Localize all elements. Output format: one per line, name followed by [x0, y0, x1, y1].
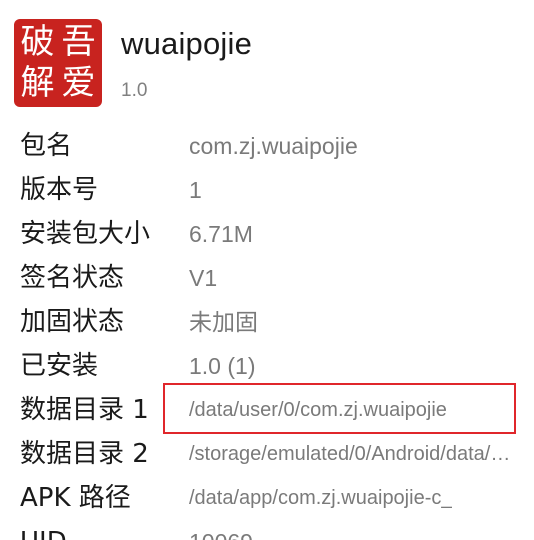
info-value: 未加固: [189, 309, 258, 335]
info-label: UID: [20, 520, 67, 540]
app-version: 1.0: [121, 80, 148, 101]
info-label: 数据目录 1: [20, 395, 149, 425]
info-value: 10069: [189, 520, 253, 540]
info-label: 版本号: [20, 175, 99, 205]
info-row-data-dir-2[interactable]: 数据目录 2 /storage/emulated/0/Android/data/…: [0, 432, 534, 476]
info-value: /data/user/0/com.zj.wuaipojie: [189, 399, 447, 421]
info-label: 安装包大小: [20, 219, 151, 249]
info-row-apk-size[interactable]: 安装包大小 6.71M: [0, 212, 534, 256]
info-label: APK 路径: [20, 483, 131, 513]
info-value: /storage/emulated/0/Android/data/com.zj.…: [189, 443, 519, 465]
app-icon: 破 吾 解 爱: [14, 19, 102, 107]
info-value: com.zj.wuaipojie: [189, 133, 358, 159]
app-info-list: 包名 com.zj.wuaipojie 版本号 1 安装包大小 6.71M 签名…: [0, 124, 534, 540]
info-row-installed[interactable]: 已安装 1.0 (1): [0, 344, 534, 388]
info-label: 已安装: [20, 351, 99, 381]
info-label: 加固状态: [20, 307, 125, 337]
info-row-apk-path[interactable]: APK 路径 /data/app/com.zj.wuaipojie-c_: [0, 476, 534, 520]
app-icon-char: 解: [20, 63, 55, 103]
app-icon-char: 爱: [61, 63, 96, 103]
info-value: 1: [189, 177, 202, 203]
info-label: 包名: [20, 131, 73, 161]
info-row-data-dir-1[interactable]: 数据目录 1 /data/user/0/com.zj.wuaipojie: [0, 388, 534, 432]
info-row-packer-status[interactable]: 加固状态 未加固: [0, 300, 534, 344]
info-label: 签名状态: [20, 263, 125, 293]
info-value: /data/app/com.zj.wuaipojie-c_: [189, 487, 453, 509]
info-row-uid[interactable]: UID 10069: [0, 520, 534, 540]
info-value: 1.0 (1): [189, 353, 256, 379]
info-row-version-code[interactable]: 版本号 1: [0, 168, 534, 212]
app-name: wuaipojie: [121, 26, 253, 61]
app-icon-char: 破: [20, 22, 55, 62]
info-label: 数据目录 2: [20, 439, 149, 469]
app-info-screen: 破 吾 解 爱 wuaipojie 1.0 包名 com.zj.wuaipoji…: [0, 0, 534, 540]
info-value: 6.71M: [189, 221, 253, 247]
info-row-package-name[interactable]: 包名 com.zj.wuaipojie: [0, 124, 534, 168]
app-icon-char: 吾: [61, 22, 96, 62]
info-row-signature-status[interactable]: 签名状态 V1: [0, 256, 534, 300]
info-value: V1: [189, 265, 218, 291]
